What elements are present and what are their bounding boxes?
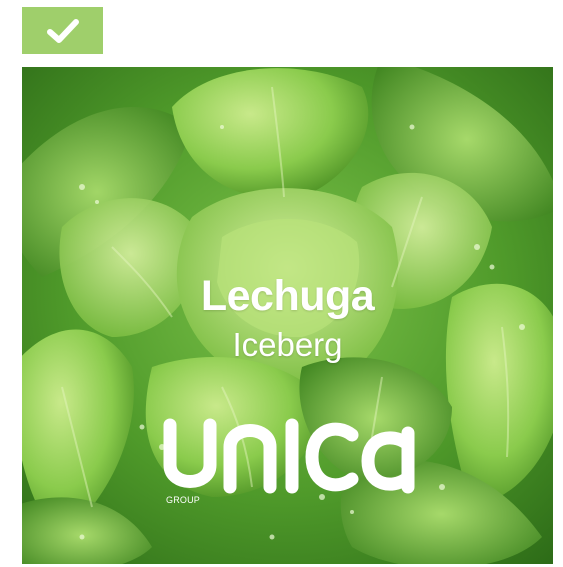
product-title: Lechuga bbox=[200, 272, 375, 320]
brand-logo bbox=[163, 418, 415, 494]
check-icon bbox=[46, 18, 79, 43]
check-button[interactable] bbox=[22, 7, 103, 54]
product-subtitle: Iceberg bbox=[232, 326, 343, 363]
product-card[interactable]: Lechuga Iceberg GROUP bbox=[22, 67, 553, 564]
brand-group-text: GROUP bbox=[166, 495, 201, 505]
